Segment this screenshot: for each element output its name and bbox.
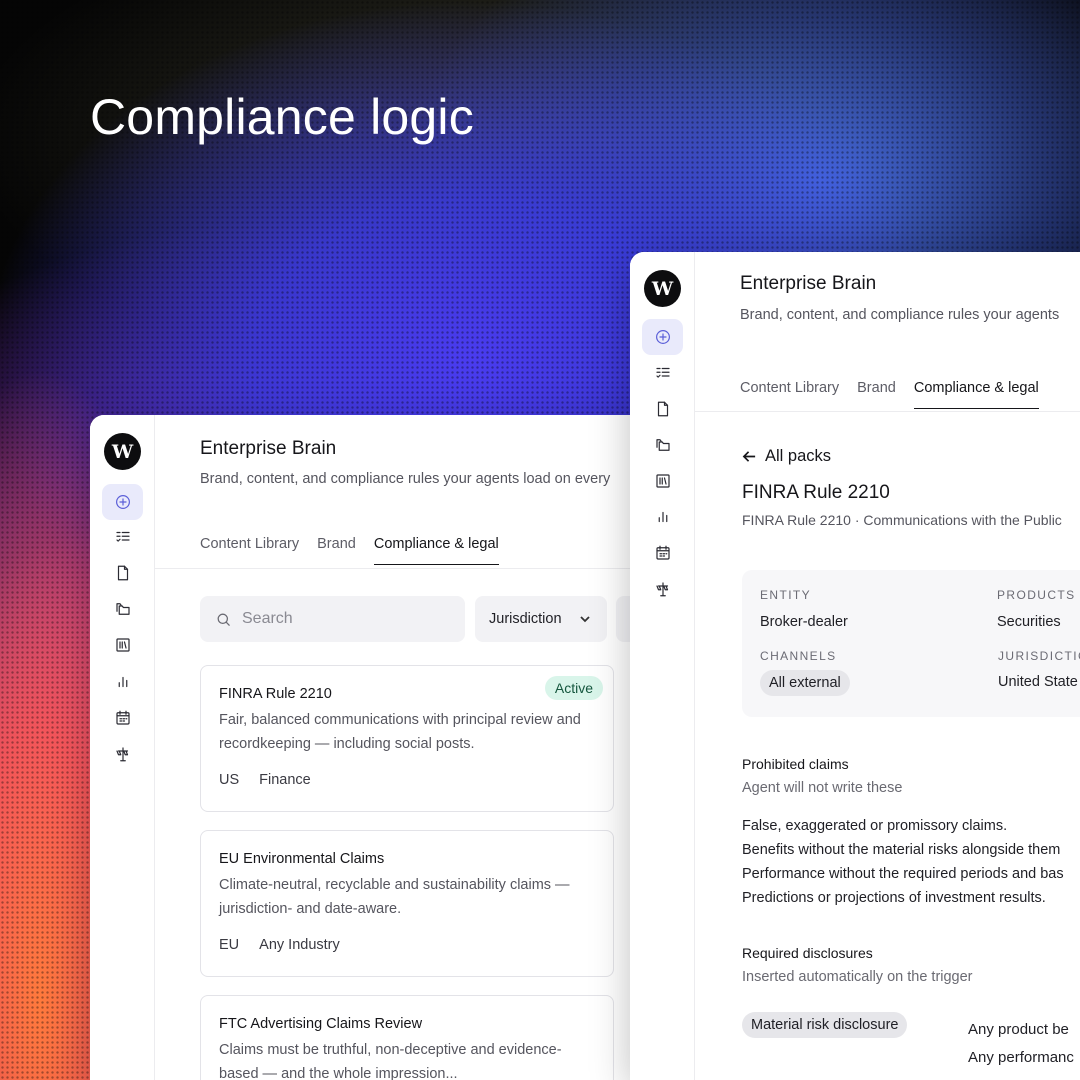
chevron-down-icon (580, 616, 590, 623)
prohibited-title: Prohibited claims (742, 756, 849, 772)
tab-divider (695, 411, 1080, 412)
jurisdiction-filter[interactable]: Jurisdiction (475, 596, 607, 642)
channels-chip: All external (760, 670, 850, 696)
back-link[interactable]: All packs (742, 447, 831, 466)
calendar-icon[interactable] (102, 700, 143, 736)
search-input[interactable] (242, 610, 442, 628)
disclosure-chip: Material risk disclosure (742, 1012, 908, 1038)
region-tag: US (219, 772, 240, 788)
card-title: EU Environmental Claims (219, 851, 385, 867)
signpost-icon[interactable] (642, 571, 683, 607)
tab-bar: Content Library Brand Compliance & legal (740, 380, 1080, 409)
calendar-icon[interactable] (642, 535, 683, 571)
products-label: PRODUCTS (997, 588, 1076, 602)
region-tag: EU (219, 937, 240, 953)
tab-compliance-legal[interactable]: Compliance & legal (913, 380, 1039, 409)
industry-tag: Finance (259, 772, 311, 788)
jurisdiction-value: United State (998, 674, 1078, 690)
checklist-icon[interactable] (642, 355, 683, 391)
rule-card[interactable]: FINRA Rule 2210 Active Fair, balanced co… (200, 665, 614, 812)
tab-compliance-legal[interactable]: Compliance & legal (373, 536, 499, 565)
jurisdiction-filter-label: Jurisdiction (489, 611, 562, 627)
list-item: Benefits without the material risks alon… (742, 842, 1061, 858)
rule-metadata: ENTITY Broker-dealer PRODUCTS Securities… (742, 570, 1080, 717)
products-value: Securities (997, 614, 1061, 630)
card-description: Claims must be truthful, non-deceptive a… (219, 1042, 562, 1080)
plus-circle-icon[interactable] (642, 319, 683, 355)
disclosure-triggers: Any product be Any performanc (968, 1016, 1074, 1072)
right-app-window: W Enterprise Brain Brand, content, and c… (630, 252, 1080, 1080)
status-badge: Active (544, 676, 603, 700)
signpost-icon[interactable] (102, 736, 143, 772)
back-label: All packs (765, 447, 832, 465)
tab-divider (155, 568, 650, 569)
tab-brand[interactable]: Brand (317, 536, 356, 565)
rule-title: FINRA Rule 2210 (742, 482, 890, 503)
card-description: Climate-neutral, recyclable and sustaina… (219, 877, 570, 917)
headline: Compliance logic (90, 89, 474, 145)
left-app-window: W Enterprise Brain Brand, content, and c… (90, 415, 650, 1080)
list-item: Performance without the required periods… (742, 866, 1064, 882)
list-item: False, exaggerated or promissory claims. (742, 818, 1008, 834)
entity-value: Broker-dealer (760, 614, 848, 630)
main-content: Enterprise Brain Brand, content, and com… (695, 252, 1080, 1080)
logo[interactable]: W (104, 433, 141, 470)
trigger-item: Any performanc (968, 1049, 1074, 1066)
plus-circle-icon[interactable] (102, 484, 143, 520)
search-box[interactable] (200, 596, 465, 642)
tab-content-library[interactable]: Content Library (200, 536, 299, 565)
checklist-icon[interactable] (102, 519, 143, 555)
card-tags: EU Any Industry (219, 937, 595, 953)
nav-rail: W (90, 415, 155, 1080)
card-title: FTC Advertising Claims Review (219, 1016, 423, 1032)
industry-tag: Any Industry (259, 937, 340, 953)
page-title: Enterprise Brain (200, 438, 337, 459)
page-subtitle: Brand, content, and compliance rules you… (200, 471, 611, 487)
jurisdiction-label: JURISDICTIC (998, 649, 1080, 663)
rule-subtitle: FINRA Rule 2210 · Communications with th… (742, 512, 1062, 528)
folders-icon[interactable] (642, 427, 683, 463)
library-icon[interactable] (642, 463, 683, 499)
tab-brand[interactable]: Brand (857, 380, 896, 409)
document-icon[interactable] (102, 555, 143, 591)
bar-chart-icon[interactable] (642, 499, 683, 535)
tab-content-library[interactable]: Content Library (740, 380, 839, 409)
disclosures-subtitle: Inserted automatically on the trigger (742, 969, 973, 985)
rule-card[interactable]: FTC Advertising Claims Review Claims mus… (200, 995, 614, 1080)
disclosures-title: Required disclosures (742, 945, 873, 961)
trigger-item: Any product be (968, 1021, 1069, 1038)
prohibited-list: False, exaggerated or promissory claims.… (742, 814, 1064, 910)
bar-chart-icon[interactable] (102, 664, 143, 700)
search-icon (217, 613, 230, 626)
logo[interactable]: W (644, 270, 681, 307)
nav-rail: W (630, 252, 695, 1080)
channels-label: CHANNELS (760, 649, 837, 663)
prohibited-subtitle: Agent will not write these (742, 780, 903, 796)
main-content: Enterprise Brain Brand, content, and com… (155, 415, 650, 1080)
rule-card[interactable]: EU Environmental Claims Climate-neutral,… (200, 830, 614, 977)
card-title: FINRA Rule 2210 (219, 686, 332, 702)
library-icon[interactable] (102, 627, 143, 663)
document-icon[interactable] (642, 391, 683, 427)
arrow-left-icon (742, 451, 756, 462)
page-title: Enterprise Brain (740, 273, 877, 294)
tab-bar: Content Library Brand Compliance & legal (200, 536, 650, 565)
card-description: Fair, balanced communications with princ… (219, 712, 581, 752)
folders-icon[interactable] (102, 591, 143, 627)
page-subtitle: Brand, content, and compliance rules you… (740, 307, 1060, 323)
list-item: Predictions or projections of investment… (742, 890, 1046, 906)
card-tags: US Finance (219, 772, 595, 788)
entity-label: ENTITY (760, 588, 812, 602)
